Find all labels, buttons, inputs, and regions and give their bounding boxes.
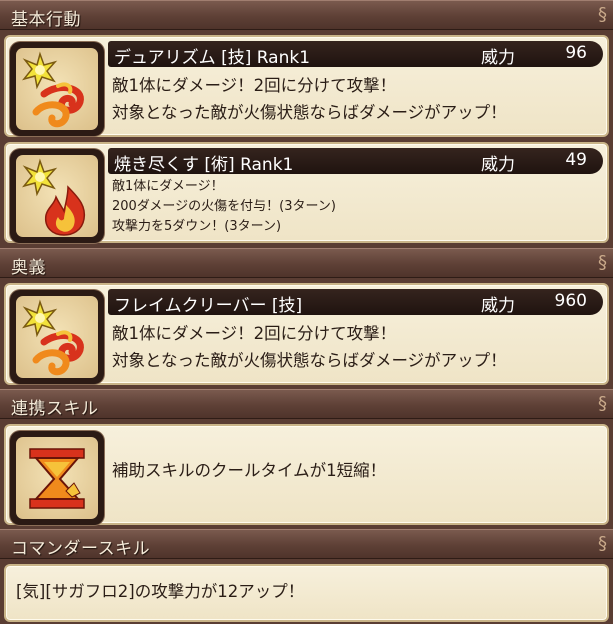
section-title: 奥義 xyxy=(11,258,46,278)
description-line: 敵1体にダメージ！ xyxy=(112,179,224,194)
power-value: 96 xyxy=(565,43,587,63)
skill-card-3[interactable]: フレイムクリーバー [技] 威力 960 敵1体にダメージ！2回に分けて攻撃！ … xyxy=(4,283,609,385)
description-line: 200ダメージの火傷を付与！(3ターン) xyxy=(112,199,336,214)
link-skill-description: 補助スキルのクールタイムが1短縮！ xyxy=(112,461,387,480)
section-header-basic: 基本行動 § xyxy=(0,0,613,30)
commander-skill-description: [気][サガフロ2]の攻撃力が12アップ！ xyxy=(16,582,305,601)
spark-swirl-icon xyxy=(10,290,104,384)
power-value: 960 xyxy=(554,291,587,311)
ornament-icon: § xyxy=(598,533,607,554)
section-title: 基本行動 xyxy=(11,10,81,30)
skill-description: 敵1体にダメージ！2回に分けて攻撃！ 対象となった敵が火傷状態ならばダメージがア… xyxy=(112,320,507,374)
skill-card-2[interactable]: 焼き尽くす [術] Rank1 威力 49 敵1体にダメージ！ 200ダメージの… xyxy=(4,142,609,243)
section-title: 連携スキル xyxy=(11,399,99,419)
section-header-link: 連携スキル § xyxy=(0,389,613,419)
description-line: 対象となった敵が火傷状態ならばダメージがアップ！ xyxy=(112,351,507,370)
spark-swirl-icon xyxy=(10,42,104,136)
skill-title-bar: 焼き尽くす [術] Rank1 威力 49 xyxy=(108,148,603,175)
skill-title-bar: フレイムクリーバー [技] 威力 960 xyxy=(108,289,603,316)
skill-name: フレイムクリーバー [技] xyxy=(114,296,303,316)
link-skill-card[interactable]: 補助スキルのクールタイムが1短縮！ xyxy=(4,424,609,525)
skill-description: 敵1体にダメージ！ 200ダメージの火傷を付与！(3ターン) 攻撃力を5ダウン！… xyxy=(112,177,336,237)
section-header-commander: コマンダースキル § xyxy=(0,529,613,559)
power-label: 威力 xyxy=(481,296,515,316)
hourglass-icon xyxy=(10,431,104,525)
ornament-icon: § xyxy=(598,4,607,25)
description-line: 敵1体にダメージ！2回に分けて攻撃！ xyxy=(112,76,397,95)
skill-description: 敵1体にダメージ！2回に分けて攻撃！ 対象となった敵が火傷状態ならばダメージがア… xyxy=(112,72,507,126)
ornament-icon: § xyxy=(598,252,607,273)
power-value: 49 xyxy=(565,150,587,170)
ornament-icon: § xyxy=(598,393,607,414)
commander-skill-card[interactable]: [気][サガフロ2]の攻撃力が12アップ！ xyxy=(4,564,609,622)
skill-name: デュアリズム [技] Rank1 xyxy=(114,48,311,68)
skill-title-bar: デュアリズム [技] Rank1 威力 96 xyxy=(108,41,603,68)
skill-card-1[interactable]: デュアリズム [技] Rank1 威力 96 敵1体にダメージ！2回に分けて攻撃… xyxy=(4,35,609,137)
description-line: 敵1体にダメージ！2回に分けて攻撃！ xyxy=(112,324,397,343)
section-title: コマンダースキル xyxy=(11,539,151,559)
section-header-secret: 奥義 § xyxy=(0,248,613,278)
power-label: 威力 xyxy=(481,48,515,68)
description-line: 攻撃力を5ダウン！(3ターン) xyxy=(112,219,282,234)
skill-name: 焼き尽くす [術] Rank1 xyxy=(114,155,294,175)
description-line: 対象となった敵が火傷状態ならばダメージがアップ！ xyxy=(112,103,507,122)
spark-flame-icon xyxy=(10,149,104,243)
power-label: 威力 xyxy=(481,155,515,175)
